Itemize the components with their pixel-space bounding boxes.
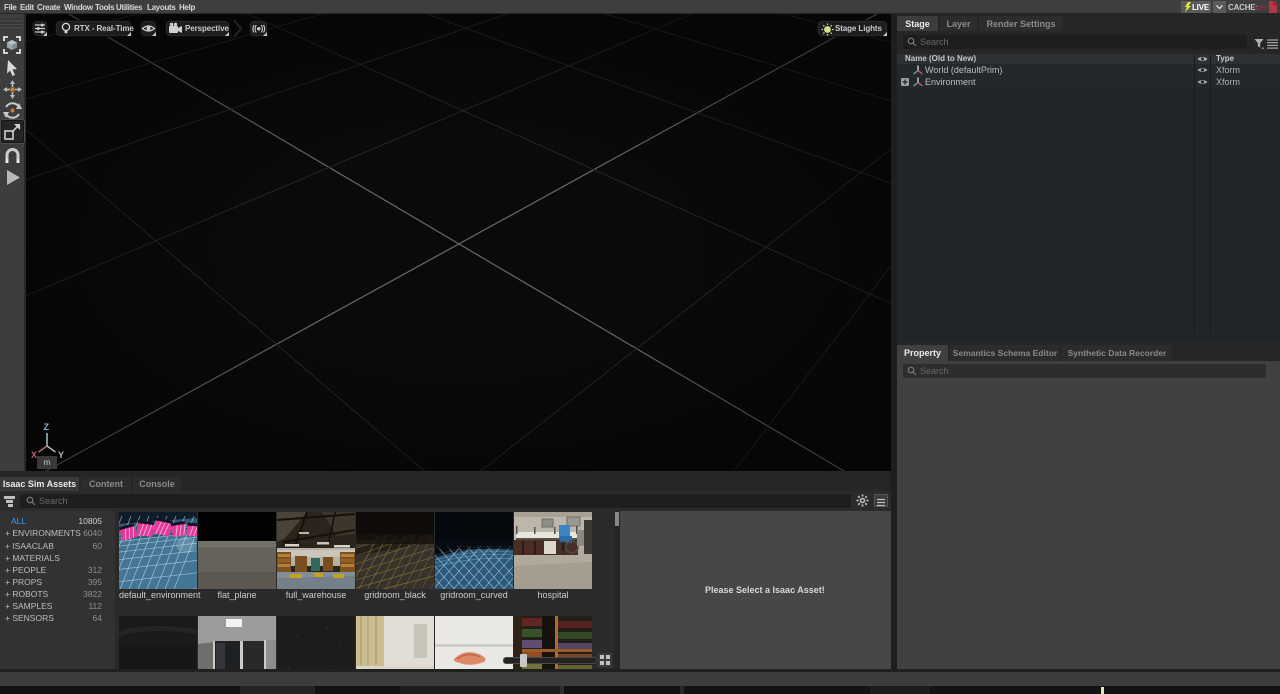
svg-text:Y: Y [58,450,64,460]
svg-text:Z: Z [44,422,50,432]
